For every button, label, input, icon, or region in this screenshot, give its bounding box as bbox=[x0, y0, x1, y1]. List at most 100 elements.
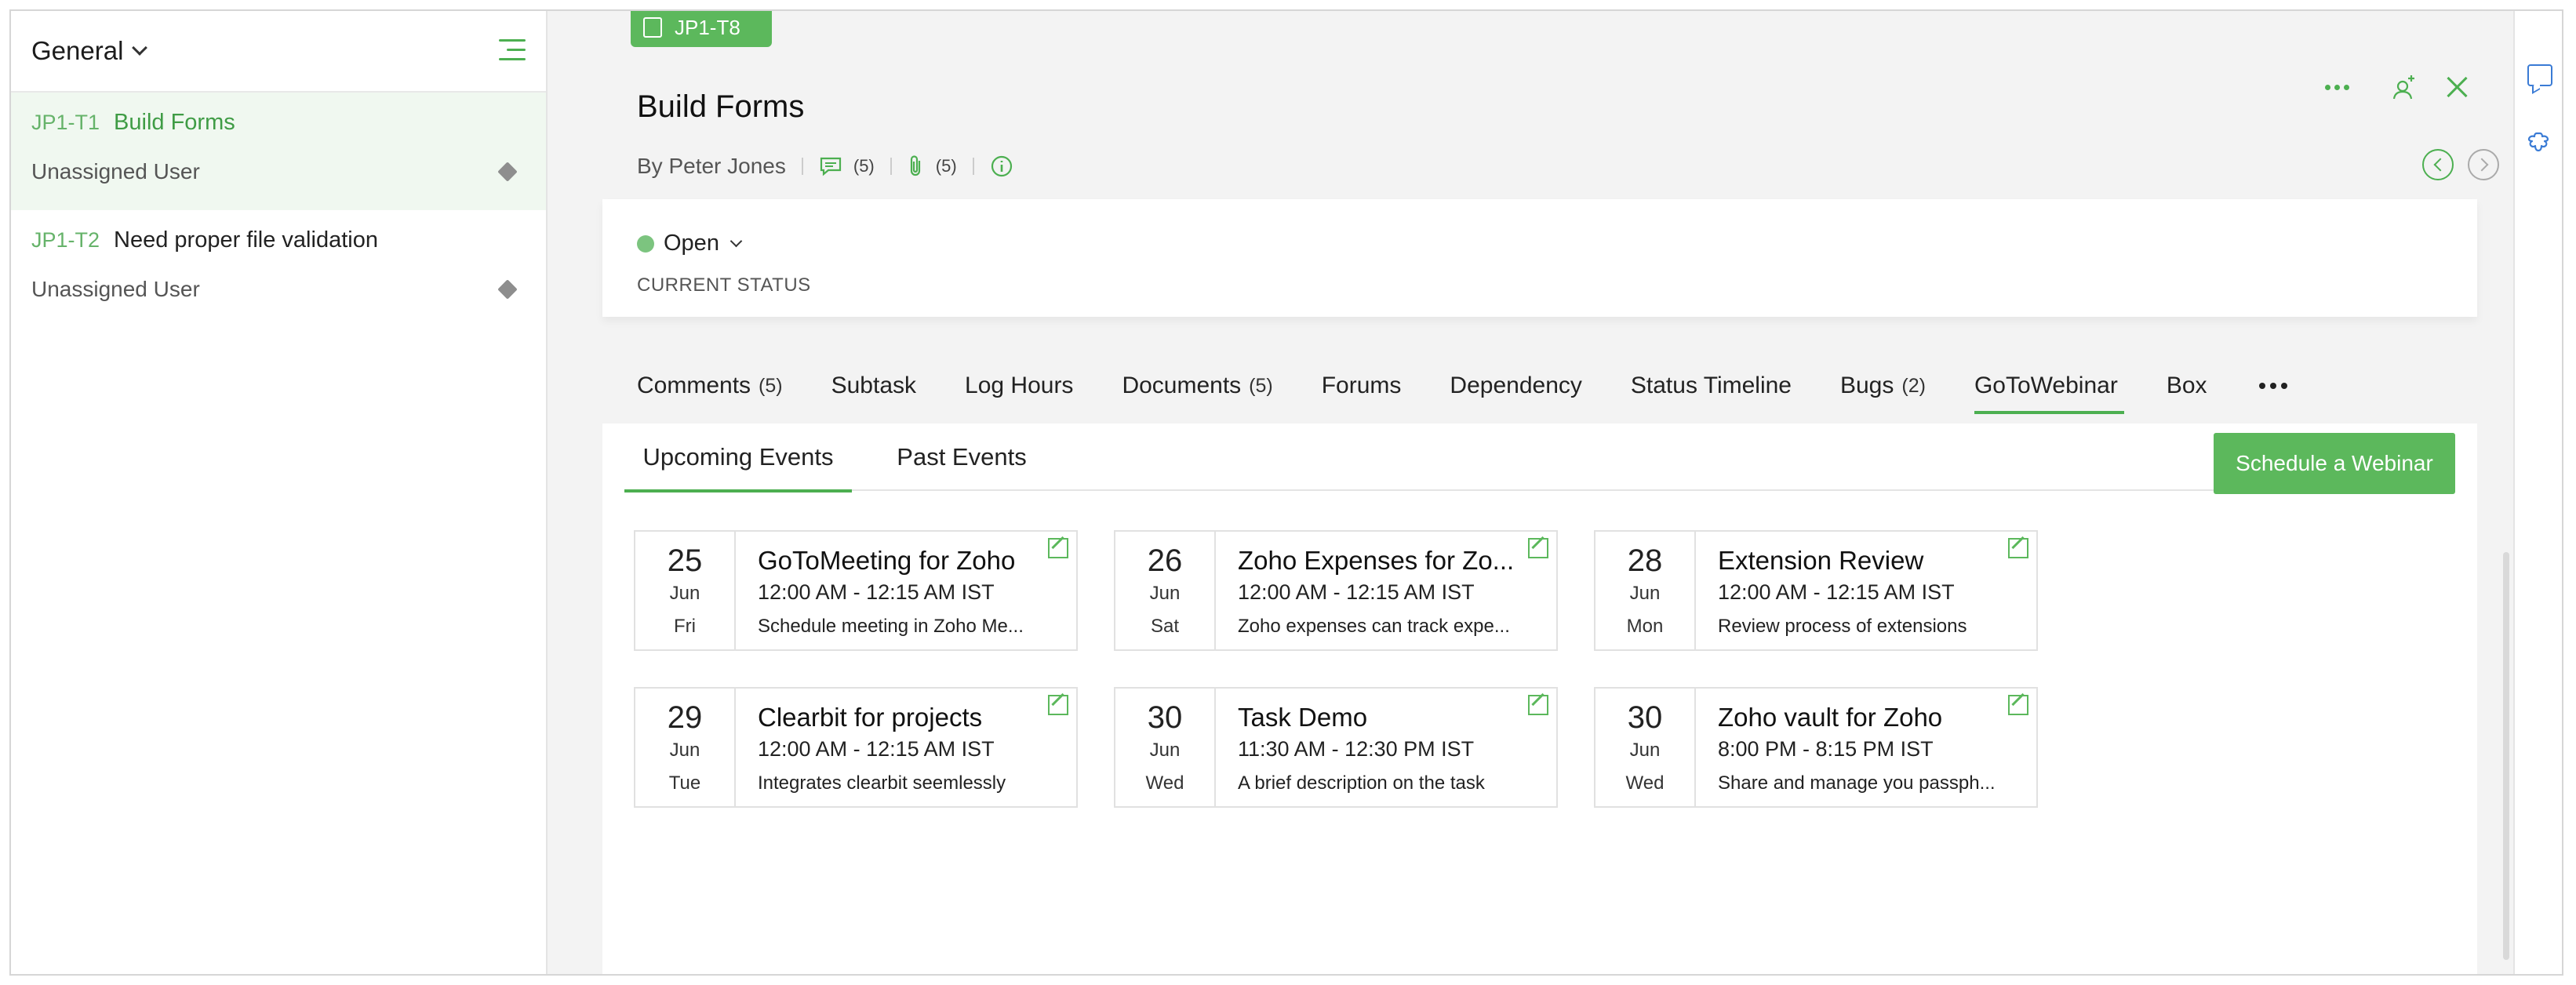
task-actions bbox=[2325, 66, 2513, 113]
tab-label: Box bbox=[2166, 373, 2207, 398]
subtab-upcoming-events[interactable]: Upcoming Events bbox=[624, 423, 852, 492]
tab-count: (5) bbox=[759, 374, 783, 397]
tab-gotowebinar[interactable]: GoToWebinar bbox=[1974, 348, 2124, 423]
tab-bugs[interactable]: Bugs (2) bbox=[1840, 348, 1926, 423]
webinar-subtabs: Upcoming Events Past Events bbox=[624, 423, 2455, 492]
tab-subtask[interactable]: Subtask bbox=[831, 348, 916, 423]
chevron-down-icon bbox=[730, 234, 743, 248]
info-icon[interactable] bbox=[990, 154, 1013, 178]
tab-comments[interactable]: Comments (5) bbox=[637, 348, 783, 423]
event-month: Jun bbox=[1149, 740, 1181, 761]
event-month: Jun bbox=[1629, 583, 1661, 604]
event-card[interactable]: 30 Jun Wed Task Demo 11:30 AM - 12:30 PM… bbox=[1114, 687, 1558, 808]
event-date: 25 Jun Fri bbox=[635, 532, 736, 649]
event-time: 12:00 AM - 12:15 AM IST bbox=[1718, 580, 1955, 604]
tab-label: Subtask bbox=[831, 373, 917, 398]
event-card[interactable]: 30 Jun Wed Zoho vault for Zoho 8:00 PM -… bbox=[1594, 687, 2038, 808]
utility-sidebar bbox=[2513, 11, 2562, 974]
event-title: Clearbit for projects bbox=[758, 703, 983, 732]
next-task-icon[interactable] bbox=[2468, 149, 2499, 180]
status-label: CURRENT STATUS bbox=[637, 274, 811, 296]
chevron-down-icon bbox=[132, 40, 148, 56]
event-card[interactable]: 25 Jun Fri GoToMeeting for Zoho 12:00 AM… bbox=[634, 530, 1078, 651]
task-key: JP1-T8 bbox=[675, 15, 740, 39]
attachment-icon[interactable] bbox=[908, 154, 925, 178]
event-date: 29 Jun Tue bbox=[635, 689, 736, 806]
edit-icon[interactable] bbox=[1048, 695, 1068, 715]
tab-count: (2) bbox=[1901, 374, 1926, 397]
event-month: Jun bbox=[1149, 583, 1181, 604]
tab-dependency[interactable]: Dependency bbox=[1450, 348, 1581, 423]
schedule-webinar-button[interactable]: Schedule a Webinar bbox=[2214, 433, 2455, 494]
task-meta: By Peter Jones (5) (5) bbox=[637, 154, 1013, 179]
tab-label: Documents bbox=[1122, 373, 1242, 398]
event-card[interactable]: 26 Jun Sat Zoho Expenses for Zo... 12:00… bbox=[1114, 530, 1558, 651]
event-date: 30 Jun Wed bbox=[1115, 689, 1216, 806]
close-icon[interactable] bbox=[2444, 74, 2471, 100]
event-day: 28 bbox=[1627, 543, 1663, 578]
tab-label: Bugs bbox=[1839, 373, 1894, 398]
edit-icon[interactable] bbox=[2008, 538, 2028, 558]
tab-label: Log Hours bbox=[965, 373, 1074, 398]
tab-forums[interactable]: Forums bbox=[1322, 348, 1402, 423]
event-title: Task Demo bbox=[1238, 703, 1368, 732]
reassign-user-icon[interactable] bbox=[2391, 75, 2418, 102]
event-time: 11:30 AM - 12:30 PM IST bbox=[1238, 737, 1475, 761]
edit-icon[interactable] bbox=[1528, 695, 1548, 715]
tab-label: Dependency bbox=[1450, 373, 1582, 398]
event-card[interactable]: 28 Jun Mon Extension Review 12:00 AM - 1… bbox=[1594, 530, 2038, 651]
event-time: 12:00 AM - 12:15 AM IST bbox=[1238, 580, 1475, 604]
edit-icon[interactable] bbox=[2008, 695, 2028, 715]
divider bbox=[972, 158, 974, 175]
comments-count: (5) bbox=[853, 156, 875, 176]
event-card[interactable]: 29 Jun Tue Clearbit for projects 12:00 A… bbox=[634, 687, 1078, 808]
event-day: 25 bbox=[667, 543, 703, 578]
event-time: 8:00 PM - 8:15 PM IST bbox=[1718, 737, 1934, 761]
divider bbox=[890, 158, 892, 175]
event-weekday: Mon bbox=[1626, 616, 1664, 637]
event-title: Extension Review bbox=[1718, 546, 1924, 575]
status-dropdown[interactable]: Open bbox=[637, 231, 743, 256]
project-dropdown[interactable]: General bbox=[31, 36, 148, 66]
scrollbar-thumb[interactable] bbox=[2503, 552, 2509, 960]
extensions-icon[interactable] bbox=[2527, 130, 2552, 155]
event-day: 26 bbox=[1147, 543, 1183, 578]
scrollbar[interactable] bbox=[2501, 11, 2512, 974]
status-panel: Open CURRENT STATUS bbox=[602, 199, 2477, 317]
edit-icon[interactable] bbox=[1048, 538, 1068, 558]
chat-icon[interactable] bbox=[2527, 64, 2552, 86]
event-description: Zoho expenses can track expe... bbox=[1238, 616, 1510, 637]
clipboard-icon bbox=[643, 17, 662, 38]
more-options-icon[interactable] bbox=[2325, 85, 2349, 90]
tab-status-timeline[interactable]: Status Timeline bbox=[1631, 348, 1792, 423]
edit-icon[interactable] bbox=[1528, 538, 1548, 558]
task-list-item[interactable]: JP1-T1 Build Forms Unassigned User bbox=[11, 93, 546, 210]
tab-box[interactable]: Box bbox=[2167, 348, 2207, 423]
event-description: Schedule meeting in Zoho Me... bbox=[758, 616, 1024, 637]
tab-log-hours[interactable]: Log Hours bbox=[965, 348, 1073, 423]
attachments-count: (5) bbox=[935, 156, 957, 176]
tab-label: Forums bbox=[1321, 373, 1402, 398]
detail-tabs: Comments (5) Subtask Log Hours Documents (… bbox=[602, 348, 2477, 423]
task-key-badge: JP1-T8 bbox=[631, 11, 772, 47]
more-tabs-icon[interactable] bbox=[2258, 383, 2287, 389]
event-description: A brief description on the task bbox=[1238, 772, 1485, 794]
event-month: Jun bbox=[1629, 740, 1661, 761]
task-author: By Peter Jones bbox=[637, 154, 786, 178]
event-weekday: Sat bbox=[1150, 616, 1180, 637]
event-day: 30 bbox=[1627, 700, 1663, 735]
previous-task-icon[interactable] bbox=[2422, 149, 2454, 180]
event-title: GoToMeeting for Zoho bbox=[758, 546, 1016, 575]
event-month: Jun bbox=[669, 740, 700, 761]
app-window: General JP1-T1 Build Forms Unassigned Us… bbox=[9, 9, 2563, 976]
comment-icon[interactable] bbox=[819, 156, 842, 176]
event-weekday: Tue bbox=[668, 772, 701, 794]
event-date: 28 Jun Mon bbox=[1595, 532, 1696, 649]
subtab-past-events[interactable]: Past Events bbox=[883, 423, 1040, 491]
list-menu-icon[interactable] bbox=[499, 39, 526, 61]
tab-documents[interactable]: Documents (5) bbox=[1122, 348, 1272, 423]
status-value: Open bbox=[664, 231, 719, 256]
event-title: Zoho vault for Zoho bbox=[1718, 703, 1943, 732]
event-weekday: Fri bbox=[674, 616, 696, 637]
task-list-item[interactable]: JP1-T2 Need proper file validation Unass… bbox=[11, 210, 546, 328]
